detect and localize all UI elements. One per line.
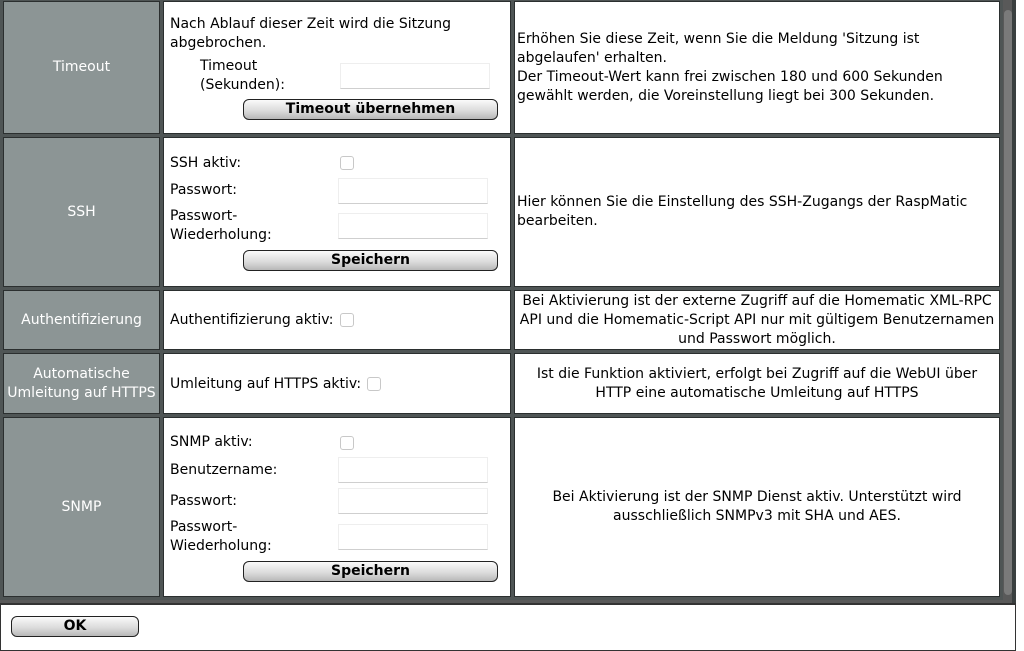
ok-button[interactable]: OK: [11, 616, 139, 637]
snmp-password-input[interactable]: [338, 488, 488, 514]
snmp-input-cell: SNMP aktiv: Benutzername: Passwort: Pass…: [163, 417, 511, 597]
timeout-intro-text: Nach Ablauf dieser Zeit wird die Sitzung…: [170, 16, 452, 51]
table-row-timeout: Timeout Nach Ablauf dieser Zeit wird die…: [3, 1, 1000, 134]
snmp-username-input[interactable]: [338, 457, 488, 483]
apply-timeout-button[interactable]: Timeout übernehmen: [243, 99, 498, 120]
ssh-input-cell: SSH aktiv: Passwort: Passwort-Wiederholu…: [163, 137, 511, 287]
table-row-authentication: Authentifizierung Authentifizierung akti…: [3, 290, 1000, 350]
ssh-save-button[interactable]: Speichern: [243, 250, 498, 271]
ssh-password-label: Passwort:: [170, 182, 237, 198]
security-settings-table: Timeout Nach Ablauf dieser Zeit wird die…: [0, 0, 1003, 600]
snmp-password-repeat-label: Passwort-Wiederholung:: [170, 518, 272, 554]
https-active-checkbox[interactable]: [367, 376, 382, 391]
row-label-timeout: Timeout: [3, 1, 160, 134]
snmp-description: Bei Aktivierung ist der SNMP Dienst akti…: [514, 417, 1000, 597]
timeout-description-line-1: Erhöhen Sie diese Zeit, wenn Sie die Mel…: [517, 30, 920, 66]
snmp-username-label: Benutzername:: [170, 461, 278, 478]
snmp-active-label: SNMP aktiv:: [170, 434, 253, 450]
snmp-password-repeat-input[interactable]: [338, 523, 488, 550]
timeout-input-cell: Nach Ablauf dieser Zeit wird die Sitzung…: [163, 1, 511, 134]
ssh-password-repeat-label: Passwort-Wiederholung:: [170, 208, 272, 243]
ssh-active-label: SSH aktiv:: [170, 154, 242, 171]
snmp-save-button[interactable]: Speichern: [243, 560, 498, 582]
timeout-description: Erhöhen Sie diese Zeit, wenn Sie die Mel…: [514, 1, 1000, 134]
ssh-password-input[interactable]: [338, 177, 488, 204]
timeout-seconds-input[interactable]: [340, 63, 490, 89]
row-label-ssh: SSH: [3, 137, 160, 287]
table-row-https-redirect: Automatische Umleitung auf HTTPS Umleitu…: [3, 353, 1000, 414]
dialog-footer: OK: [0, 603, 1016, 651]
vertical-scrollbar-thumb[interactable]: [1004, 10, 1012, 595]
auth-input-cell: Authentifizierung aktiv:: [163, 290, 511, 350]
https-active-label: Umleitung auf HTTPS aktiv:: [170, 375, 362, 392]
timeout-description-line-2: Der Timeout-Wert kann frei zwischen 180 …: [517, 68, 943, 104]
row-label-authentication: Authentifizierung: [3, 290, 160, 350]
auth-description: Bei Aktivierung ist der externe Zugriff …: [514, 290, 1000, 350]
https-input-cell: Umleitung auf HTTPS aktiv:: [163, 353, 511, 414]
timeout-field-label: Timeout (Sekunden):: [200, 58, 285, 93]
settings-scroll-area: Timeout Nach Ablauf dieser Zeit wird die…: [0, 0, 1016, 603]
timeout-field-row: Timeout (Sekunden):: [170, 57, 504, 95]
https-description: Ist die Funktion aktiviert, erfolgt bei …: [514, 353, 1000, 414]
ssh-password-repeat-input[interactable]: [338, 213, 488, 239]
table-row-snmp: SNMP SNMP aktiv: Benutzername: Passwort:…: [3, 417, 1000, 597]
row-label-snmp: SNMP: [3, 417, 160, 597]
ssh-description: Hier können Sie die Einstellung des SSH-…: [514, 137, 1000, 287]
snmp-password-label: Passwort:: [170, 492, 237, 509]
ssh-active-checkbox[interactable]: [340, 156, 354, 170]
snmp-active-checkbox[interactable]: [340, 435, 354, 450]
scrollbar-track: [1012, 0, 1016, 603]
auth-active-checkbox[interactable]: [339, 313, 354, 327]
auth-active-label: Authentifizierung aktiv:: [170, 312, 334, 328]
row-label-https-redirect: Automatische Umleitung auf HTTPS: [3, 353, 160, 414]
table-row-ssh: SSH SSH aktiv: Passwort: Passwort-Wieder…: [3, 137, 1000, 287]
